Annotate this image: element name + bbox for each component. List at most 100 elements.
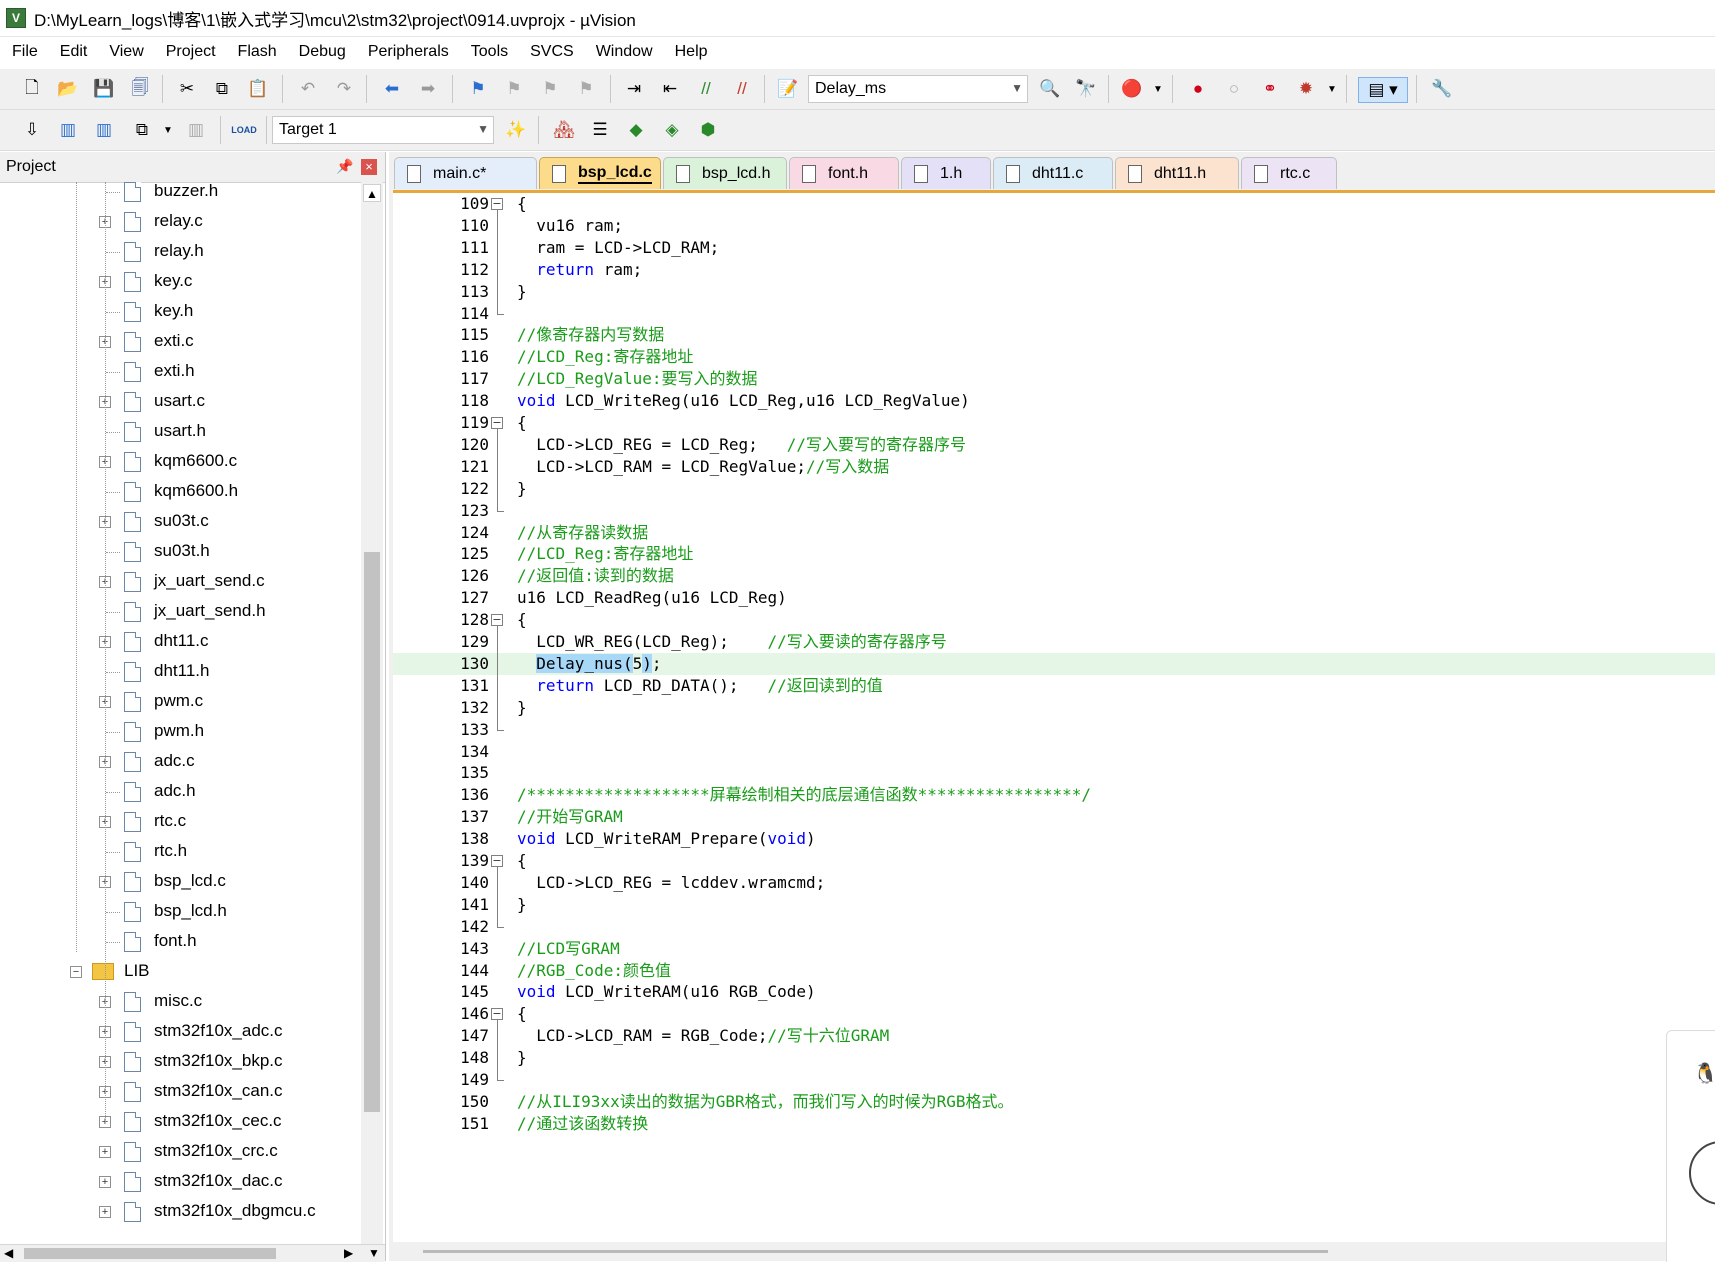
code-line[interactable]: 121 LCD->LCD_RAM = LCD_RegValue;//写入数据 [393, 456, 1715, 478]
project-horizontal-scrollbar[interactable]: ◀ ▶ ▼ [0, 1244, 385, 1262]
file-tab[interactable]: rtc.c [1241, 157, 1337, 189]
scroll-left-icon[interactable]: ◀ [4, 1246, 13, 1260]
menu-window[interactable]: Window [584, 43, 663, 61]
file-tab[interactable]: 1.h [901, 157, 991, 189]
code-line[interactable]: 119 { [393, 412, 1715, 434]
tree-file[interactable]: + adc.c [0, 748, 360, 778]
tree-file[interactable]: + dht11.c [0, 628, 360, 658]
navigate-back-icon[interactable]: ⬅ [380, 77, 404, 101]
expand-icon[interactable]: + [99, 1206, 111, 1218]
code-editor[interactable]: 109{−110 vu16 ram; 111 ram = LCD->LCD_RAM… [393, 190, 1715, 1264]
code-line[interactable]: 115 //像寄存器内写数据 [393, 324, 1715, 346]
scrollbar-thumb[interactable] [24, 1248, 276, 1259]
save-icon[interactable]: 💾 [92, 77, 116, 101]
project-vertical-scrollbar[interactable]: ▲ [361, 182, 383, 1244]
code-line[interactable]: 136 /*******************屏幕绘制相关的底层通信函数****… [393, 784, 1715, 806]
tree-file[interactable]: + su03t.c [0, 508, 360, 538]
code-line[interactable]: 138 void LCD_WriteRAM_Prepare(void) [393, 828, 1715, 850]
close-icon[interactable]: × [361, 159, 377, 175]
new-file-icon[interactable]: 🗋 [20, 77, 44, 101]
prev-bookmark-icon[interactable]: ⚑ [502, 77, 526, 101]
code-line[interactable]: 143 //LCD写GRAM [393, 938, 1715, 960]
uncomment-icon[interactable]: // [730, 77, 754, 101]
collapse-icon[interactable]: − [70, 966, 82, 978]
code-line[interactable]: 128 { [393, 609, 1715, 631]
file-tab[interactable]: dht11.h [1115, 157, 1239, 189]
target-options-icon[interactable]: ✨ [504, 118, 528, 142]
expand-icon[interactable]: + [99, 1146, 111, 1158]
fold-toggle-icon[interactable]: − [491, 198, 503, 210]
tree-file[interactable]: + stm32f10x_dbgmcu.c [0, 1198, 360, 1228]
comment-icon[interactable]: // [694, 77, 718, 101]
tree-file[interactable]: dht11.h [0, 658, 360, 688]
translate-icon[interactable]: ⇩ [20, 118, 44, 142]
file-tab[interactable]: font.h [789, 157, 899, 189]
tree-file[interactable]: + misc.c [0, 988, 360, 1018]
code-line[interactable]: 132} [393, 697, 1715, 719]
code-line[interactable]: 131 return LCD_RD_DATA(); //返回读到的值 [393, 675, 1715, 697]
file-tab[interactable]: bsp_lcd.h [663, 157, 787, 189]
tree-file[interactable]: + stm32f10x_cec.c [0, 1108, 360, 1138]
code-line[interactable]: 113} [393, 281, 1715, 303]
menu-file[interactable]: File [0, 43, 48, 61]
tree-file[interactable]: + pwm.c [0, 688, 360, 718]
find-icon[interactable]: 🔍 [1038, 77, 1062, 101]
kill-breakpoints-icon[interactable]: ✹ [1294, 77, 1318, 101]
bookmark-icon[interactable]: ⚑ [466, 77, 490, 101]
code-line[interactable]: 144 //RGB_Code:颜色值 [393, 960, 1715, 982]
tree-file[interactable]: + kqm6600.c [0, 448, 360, 478]
save-all-icon[interactable]: 🗐 [128, 77, 152, 101]
download-load-icon[interactable]: LOAD [231, 118, 257, 142]
tree-file[interactable]: font.h [0, 928, 360, 958]
tree-file[interactable]: + usart.c [0, 388, 360, 418]
code-line[interactable]: 151 //通过该函数转换 [393, 1113, 1715, 1135]
tree-file[interactable]: pwm.h [0, 718, 360, 748]
code-line[interactable]: 125 //LCD_Reg:寄存器地址 [393, 543, 1715, 565]
manage-project-items-icon[interactable]: 🏘 [552, 118, 576, 142]
menu-debug[interactable]: Debug [287, 43, 356, 61]
code-line[interactable]: 111 ram = LCD->LCD_RAM; [393, 237, 1715, 259]
component-icon[interactable]: ⬢ [696, 118, 720, 142]
target-combo[interactable]: Target 1 ▼ [272, 116, 494, 144]
tree-file[interactable]: + key.c [0, 268, 360, 298]
menu-flash[interactable]: Flash [226, 43, 287, 61]
rebuild-icon[interactable]: ▥ [92, 118, 116, 142]
scrollbar-thumb[interactable] [423, 1250, 1328, 1253]
tree-file[interactable]: kqm6600.h [0, 478, 360, 508]
floating-side-widget[interactable]: 🐧 [1666, 1030, 1715, 1262]
tree-file[interactable]: usart.h [0, 418, 360, 448]
tree-file[interactable]: + stm32f10x_adc.c [0, 1018, 360, 1048]
scroll-up-icon[interactable]: ▲ [363, 184, 381, 202]
code-line[interactable]: 135 [393, 762, 1715, 784]
tree-file[interactable]: adc.h [0, 778, 360, 808]
clear-bookmarks-icon[interactable]: ⚑ [574, 77, 598, 101]
menu-svcs[interactable]: SVCS [518, 43, 584, 61]
tree-file[interactable]: su03t.h [0, 538, 360, 568]
code-line[interactable]: 150 //从ILI93xx读出的数据为GBR格式，而我们写入的时候为RGB格式。 [393, 1091, 1715, 1113]
fold-toggle-icon[interactable]: − [491, 614, 503, 627]
menu-project[interactable]: Project [154, 43, 226, 61]
code-line[interactable]: 137 //开始写GRAM [393, 806, 1715, 828]
pin-icon[interactable]: 📌 [336, 158, 353, 175]
chevron-down-icon[interactable]: ▼ [156, 118, 180, 142]
tree-file[interactable]: + stm32f10x_dac.c [0, 1168, 360, 1198]
expand-icon[interactable]: + [99, 1176, 111, 1188]
cut-icon[interactable]: ✂ [175, 77, 199, 101]
fold-toggle-icon[interactable]: − [491, 417, 503, 429]
select-packs-icon[interactable]: ☰ [588, 118, 612, 142]
manage-rte-icon[interactable]: ◆ [624, 118, 648, 142]
chevron-down-icon[interactable]: ▼ [1320, 77, 1344, 101]
tree-folder[interactable]: − LIB [0, 958, 360, 988]
stop-build-icon[interactable]: ▥ [184, 118, 208, 142]
menu-edit[interactable]: Edit [48, 43, 98, 61]
enable-breakpoint-icon[interactable]: ○ [1222, 77, 1246, 101]
next-bookmark-icon[interactable]: ⚑ [538, 77, 562, 101]
fold-toggle-icon[interactable]: − [491, 855, 503, 867]
window-layout-icon[interactable]: ▤ ▾ [1358, 77, 1408, 103]
open-folder-icon[interactable]: 📂 [56, 77, 80, 101]
insert-breakpoint-icon[interactable]: ● [1186, 77, 1210, 101]
code-line[interactable]: 148} [393, 1047, 1715, 1069]
code-line[interactable]: 120 LCD->LCD_REG = LCD_Reg; //写入要写的寄存器序号 [393, 434, 1715, 456]
code-line[interactable]: 112 return ram; [393, 259, 1715, 281]
code-line[interactable]: 114 [393, 303, 1715, 325]
